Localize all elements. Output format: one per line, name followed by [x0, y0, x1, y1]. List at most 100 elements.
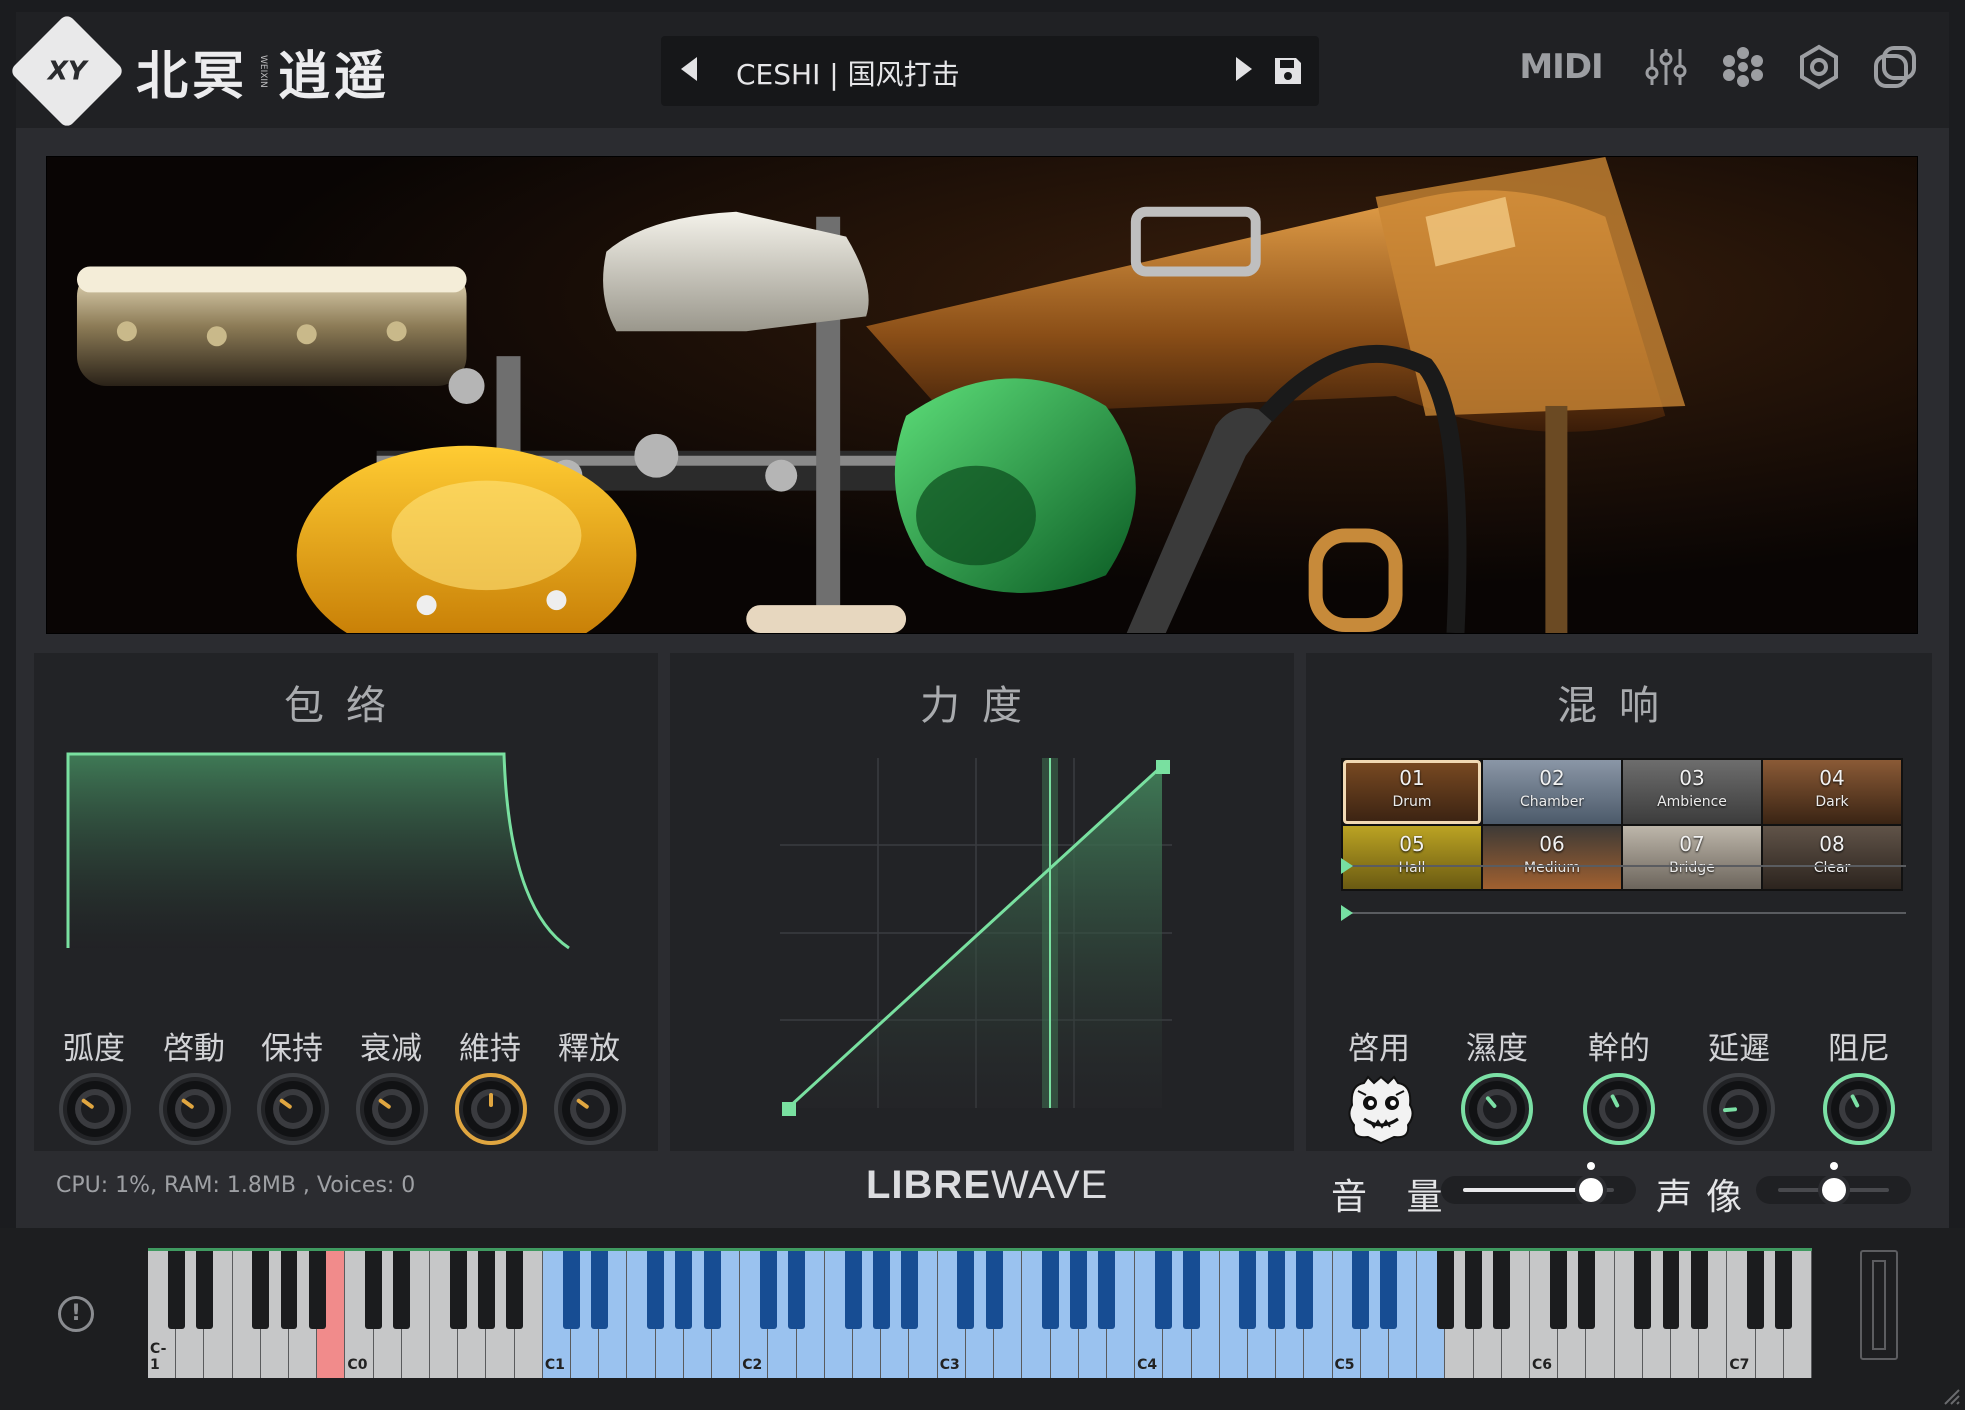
- black-key[interactable]: [308, 1251, 326, 1329]
- black-key[interactable]: [195, 1251, 213, 1329]
- layers-button[interactable]: [1870, 42, 1920, 92]
- black-key[interactable]: [393, 1251, 411, 1329]
- black-key[interactable]: [788, 1251, 806, 1329]
- octave-label: C1: [544, 1357, 565, 1373]
- black-key[interactable]: [703, 1251, 721, 1329]
- black-key[interactable]: [872, 1251, 890, 1329]
- resize-grip-icon[interactable]: [1941, 1386, 1961, 1406]
- volume-slider[interactable]: [1441, 1162, 1636, 1204]
- logo-mark-text: XY: [47, 56, 87, 86]
- reverb-preset-number: 02: [1539, 766, 1565, 790]
- envelope-knob[interactable]: [159, 1073, 231, 1145]
- black-key[interactable]: [252, 1251, 270, 1329]
- octave-label: C5: [1334, 1357, 1355, 1373]
- black-key[interactable]: [1098, 1251, 1116, 1329]
- save-preset-button[interactable]: [1273, 56, 1303, 86]
- next-preset-button[interactable]: [1236, 57, 1252, 81]
- reverb-knob[interactable]: [1823, 1073, 1895, 1145]
- black-key[interactable]: [957, 1251, 975, 1329]
- black-key[interactable]: [1380, 1251, 1398, 1329]
- black-key[interactable]: [1577, 1251, 1595, 1329]
- prev-preset-button[interactable]: [681, 57, 697, 81]
- info-icon[interactable]: !: [58, 1296, 94, 1332]
- black-key[interactable]: [1662, 1251, 1680, 1329]
- black-key[interactable]: [590, 1251, 608, 1329]
- reverb-preset-chamber[interactable]: 02 Chamber: [1483, 760, 1621, 824]
- black-key[interactable]: [365, 1251, 383, 1329]
- black-key[interactable]: [1267, 1251, 1285, 1329]
- black-key[interactable]: [675, 1251, 693, 1329]
- reverb-slider-2-thumb[interactable]: [1341, 905, 1353, 921]
- black-key[interactable]: [449, 1251, 467, 1329]
- reverb-slider-1[interactable]: [1341, 853, 1906, 879]
- reverb-knob[interactable]: [1703, 1073, 1775, 1145]
- envelope-knob[interactable]: [59, 1073, 131, 1145]
- black-key[interactable]: [1436, 1251, 1454, 1329]
- effects-button[interactable]: [1718, 42, 1768, 92]
- reverb-slider-1-thumb[interactable]: [1341, 858, 1353, 874]
- reverb-knob-label: 延遲: [1708, 1031, 1770, 1067]
- black-key[interactable]: [1154, 1251, 1172, 1329]
- envelope-knob[interactable]: [257, 1073, 329, 1145]
- mixer-button[interactable]: [1641, 42, 1691, 92]
- black-key[interactable]: [1493, 1251, 1511, 1329]
- settings-button[interactable]: [1794, 42, 1844, 92]
- black-key[interactable]: [477, 1251, 495, 1329]
- octave-label: C7: [1729, 1357, 1750, 1373]
- sliders-icon: [1645, 49, 1687, 85]
- black-key[interactable]: [1042, 1251, 1059, 1329]
- instrument-photo: [46, 156, 1918, 634]
- black-key[interactable]: [1775, 1251, 1793, 1329]
- black-key[interactable]: [985, 1251, 1003, 1329]
- envelope-knob[interactable]: [356, 1073, 428, 1145]
- sustain-pedal-inner: [1872, 1260, 1886, 1350]
- black-key[interactable]: [647, 1251, 665, 1329]
- black-key[interactable]: [562, 1251, 580, 1329]
- logo-mark: XY: [9, 13, 125, 129]
- black-key[interactable]: [1070, 1251, 1088, 1329]
- black-key[interactable]: [280, 1251, 298, 1329]
- black-key[interactable]: [844, 1251, 862, 1329]
- velocity-end-handle[interactable]: [1156, 760, 1170, 774]
- reverb-knob[interactable]: [1461, 1073, 1533, 1145]
- volume-slider-fill: [1463, 1188, 1592, 1192]
- sustain-pedal[interactable]: [1860, 1250, 1898, 1360]
- reverb-knob[interactable]: [1583, 1073, 1655, 1145]
- reverb-preset-number: 05: [1399, 831, 1425, 856]
- volume-slider-dot: [1587, 1162, 1596, 1170]
- black-key[interactable]: [1352, 1251, 1370, 1329]
- reverb-slider-2[interactable]: [1341, 900, 1906, 926]
- reverb-preset-drum[interactable]: 01 Drum: [1343, 760, 1481, 824]
- lion-toggle-icon[interactable]: [1344, 1075, 1418, 1145]
- pan-slider[interactable]: [1756, 1162, 1911, 1204]
- black-key[interactable]: [1239, 1251, 1257, 1329]
- black-key[interactable]: [760, 1251, 777, 1329]
- velocity-curve-graph[interactable]: [780, 758, 1180, 1123]
- volume-slider-thumb[interactable]: [1579, 1178, 1604, 1202]
- envelope-knob[interactable]: [455, 1073, 527, 1145]
- envelope-knob[interactable]: [554, 1073, 626, 1145]
- logo-title-a: 北冥: [136, 45, 249, 107]
- black-key[interactable]: [1747, 1251, 1765, 1329]
- black-key[interactable]: [506, 1251, 524, 1329]
- black-key[interactable]: [167, 1251, 185, 1329]
- black-key[interactable]: [901, 1251, 918, 1329]
- black-key[interactable]: [1183, 1251, 1200, 1329]
- header-bar: XY 北冥 WEIXIN 逍遥 CESHI | 国风打击 MIDI: [9, 12, 1949, 129]
- midi-button[interactable]: MIDI: [1519, 42, 1603, 92]
- reverb-preset-ambience[interactable]: 03 Ambience: [1623, 760, 1761, 824]
- reverb-preset-dark[interactable]: 04 Dark: [1763, 760, 1901, 824]
- black-key[interactable]: [1690, 1251, 1708, 1329]
- preset-name[interactable]: CESHI | 国风打击: [736, 53, 960, 93]
- pan-slider-thumb[interactable]: [1821, 1178, 1846, 1202]
- velocity-start-handle[interactable]: [782, 1102, 796, 1116]
- black-key[interactable]: [1549, 1251, 1567, 1329]
- black-key[interactable]: [1634, 1251, 1652, 1329]
- black-key[interactable]: [1465, 1251, 1483, 1329]
- envelope-curve[interactable]: [64, 748, 584, 958]
- reverb-slider-2-track: [1341, 912, 1906, 914]
- reverb-preset-number: 03: [1679, 766, 1705, 790]
- piano-keyboard[interactable]: C-1 C0 C1 C2 C3 C4 C5 C6 C7: [148, 1248, 1812, 1378]
- black-key[interactable]: [1295, 1251, 1313, 1329]
- reverb-title: 混响: [1557, 683, 1681, 729]
